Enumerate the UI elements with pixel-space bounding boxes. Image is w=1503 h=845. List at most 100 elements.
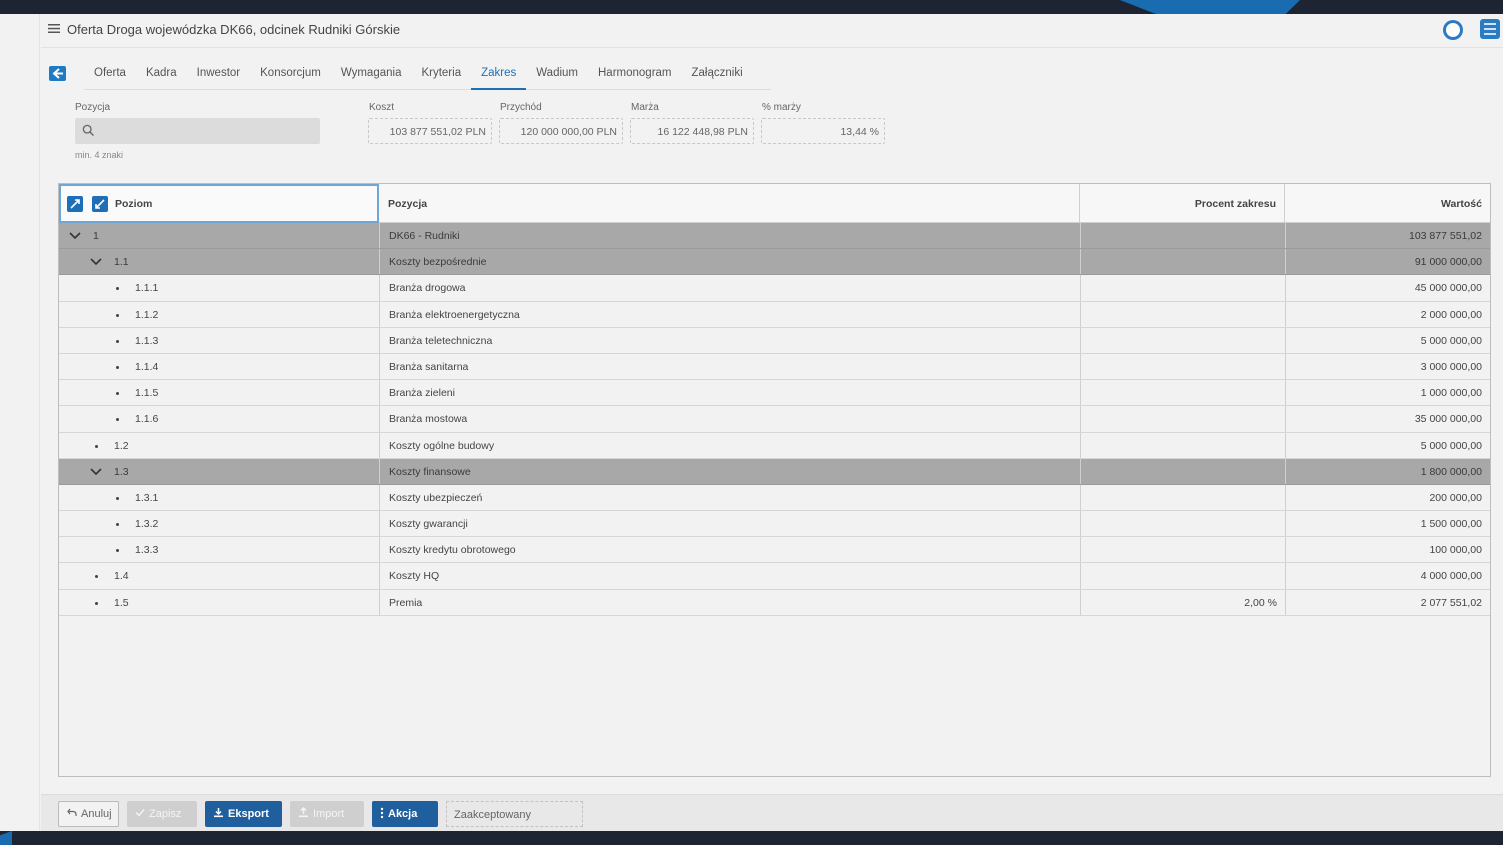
value-cell: 35 000 000,00 — [1285, 406, 1490, 432]
tab-oferta[interactable]: Oferta — [84, 62, 136, 90]
level-number: 1.1.1 — [135, 282, 159, 295]
level-number: 1.3 — [114, 465, 129, 478]
bullet-icon — [116, 392, 119, 396]
table-row[interactable]: 1.4 Koszty HQ 4 000 000,00 — [59, 563, 1490, 590]
column-header-position[interactable]: Pozycja — [379, 184, 1080, 223]
grid-header: Poziom Pozycja Procent zakresu Wartość — [59, 184, 1490, 223]
tab-wymagania[interactable]: Wymagania — [331, 62, 412, 90]
level-cell: 1.2 — [59, 433, 379, 458]
export-button[interactable]: Eksport — [205, 801, 282, 827]
table-row[interactable]: 1.1.5 Branża zieleni 1 000 000,00 — [59, 380, 1490, 407]
level-cell: 1.1.1 — [59, 275, 379, 300]
tab-wadium[interactable]: Wadium — [526, 62, 588, 90]
value-cell: 3 000 000,00 — [1285, 353, 1490, 380]
value-cell: 5 000 000,00 — [1285, 432, 1490, 458]
level-number: 1.3.3 — [135, 544, 159, 557]
collapse-all-icon[interactable] — [92, 196, 108, 212]
chat-icon[interactable] — [1441, 19, 1465, 41]
bullet-icon — [116, 313, 119, 317]
footer-toolbar: Anuluj Zapisz Eksport Import Akcja Zaakc… — [41, 794, 1503, 831]
tab-inwestor[interactable]: Inwestor — [187, 62, 250, 90]
column-header-level[interactable]: Poziom — [59, 184, 379, 223]
column-header-scope-pct[interactable]: Procent zakresu — [1080, 184, 1285, 223]
checkmark-icon — [135, 808, 145, 820]
table-row[interactable]: 1.1.4 Branża sanitarna 3 000 000,00 — [59, 353, 1490, 381]
tab-konsorcjum[interactable]: Konsorcjum — [250, 62, 331, 90]
grid-rows: 1 DK66 - Rudniki 103 877 551,02 1.1 Koszty b… — [59, 223, 1490, 616]
position-cell: Koszty ubezpieczeń — [379, 484, 1080, 511]
level-cell: 1.1.3 — [59, 328, 379, 353]
bullet-icon — [95, 575, 98, 579]
level-number: 1.1.4 — [135, 360, 159, 373]
chevron-down-icon[interactable] — [69, 231, 81, 241]
level-number: 1.1.5 — [135, 387, 159, 400]
cost-label: Koszt — [369, 102, 395, 113]
table-row[interactable]: 1 DK66 - Rudniki 103 877 551,02 — [59, 223, 1490, 250]
table-row[interactable]: 1.1.6 Branża mostowa 35 000 000,00 — [59, 406, 1490, 433]
tab-harmonogram[interactable]: Harmonogram — [588, 62, 682, 90]
bottom-bar-accent — [0, 831, 12, 845]
table-row[interactable]: 1.1.3 Branża teletechniczna 5 000 000,00 — [59, 327, 1490, 354]
column-header-value[interactable]: Wartość — [1285, 184, 1490, 223]
chevron-down-icon[interactable] — [90, 257, 102, 267]
table-row[interactable]: 1.2 Koszty ogólne budowy 5 000 000,00 — [59, 432, 1490, 459]
level-number: 1.1.2 — [135, 308, 159, 321]
margin-pct-value: 13,44 % — [761, 118, 885, 144]
tab-zalaczniki[interactable]: Załączniki — [682, 62, 753, 90]
position-cell: Branża teletechniczna — [379, 327, 1080, 353]
value-cell: 91 000 000,00 — [1285, 249, 1490, 275]
top-bar-accent — [1120, 0, 1300, 14]
level-cell: 1.1.6 — [59, 406, 379, 431]
hamburger-menu-icon[interactable] — [48, 22, 62, 36]
back-arrow-icon[interactable] — [49, 66, 66, 81]
level-number: 1.4 — [114, 570, 129, 583]
save-button[interactable]: Zapisz — [127, 801, 197, 827]
action-button-label: Akcja — [388, 808, 418, 820]
level-cell: 1.1.2 — [59, 302, 379, 327]
scope-pct-cell — [1080, 380, 1285, 406]
bullet-icon — [116, 287, 119, 291]
value-cell: 1 800 000,00 — [1285, 458, 1490, 484]
import-button[interactable]: Import — [290, 801, 364, 827]
level-cell: 1 — [59, 223, 379, 248]
action-button[interactable]: Akcja — [372, 801, 438, 827]
cancel-button[interactable]: Anuluj — [58, 801, 119, 827]
table-row[interactable]: 1.1 Koszty bezpośrednie 91 000 000,00 — [59, 249, 1490, 276]
table-row[interactable]: 1.1.2 Branża elektroenergetyczna 2 000 000… — [59, 301, 1490, 328]
level-number: 1.1 — [114, 256, 129, 269]
table-row[interactable]: 1.3.2 Koszty gwarancji 1 500 000,00 — [59, 511, 1490, 538]
scope-pct-cell — [1080, 406, 1285, 432]
value-cell: 200 000,00 — [1285, 484, 1490, 511]
position-cell: Koszty bezpośrednie — [379, 249, 1080, 275]
scope-grid: Poziom Pozycja Procent zakresu Wartość 1… — [58, 183, 1491, 777]
expand-all-icon[interactable] — [67, 196, 83, 212]
bullet-icon — [116, 365, 119, 369]
level-number: 1.3.2 — [135, 518, 159, 531]
tab-kadra[interactable]: Kadra — [136, 62, 187, 90]
search-hint: min. 4 znaki — [75, 150, 124, 160]
table-row[interactable]: 1.3 Koszty finansowe 1 800 000,00 — [59, 458, 1490, 485]
table-row[interactable]: 1.3.3 Koszty kredytu obrotowego 100 000,00 — [59, 537, 1490, 564]
position-cell: Koszty kredytu obrotowego — [379, 537, 1080, 563]
scope-pct-cell — [1080, 537, 1285, 563]
status-field: Zaakceptowany — [446, 801, 583, 827]
position-cell: Koszty HQ — [379, 563, 1080, 589]
upload-icon — [298, 806, 309, 821]
margin-pct-label: % marży — [762, 102, 801, 113]
position-search-input[interactable] — [75, 118, 320, 144]
position-cell: Koszty ogólne budowy — [379, 432, 1080, 458]
table-row[interactable]: 1.3.1 Koszty ubezpieczeń 200 000,00 — [59, 484, 1490, 512]
tab-kryteria[interactable]: Kryteria — [411, 62, 471, 90]
bullet-icon — [95, 444, 98, 448]
position-cell: Koszty gwarancji — [379, 511, 1080, 537]
table-row[interactable]: 1.5 Premia 2,00 % 2 077 551,02 — [59, 589, 1490, 616]
scope-pct-cell — [1080, 275, 1285, 301]
bullet-icon — [95, 601, 98, 605]
chevron-down-icon[interactable] — [90, 467, 102, 477]
table-row[interactable]: 1.1.1 Branża drogowa 45 000 000,00 — [59, 275, 1490, 302]
list-panel-icon[interactable] — [1479, 18, 1501, 40]
tab-zakres[interactable]: Zakres — [471, 62, 527, 90]
level-number: 1 — [93, 230, 99, 242]
value-cell: 2 000 000,00 — [1285, 301, 1490, 327]
position-cell: Branża zieleni — [379, 380, 1080, 406]
